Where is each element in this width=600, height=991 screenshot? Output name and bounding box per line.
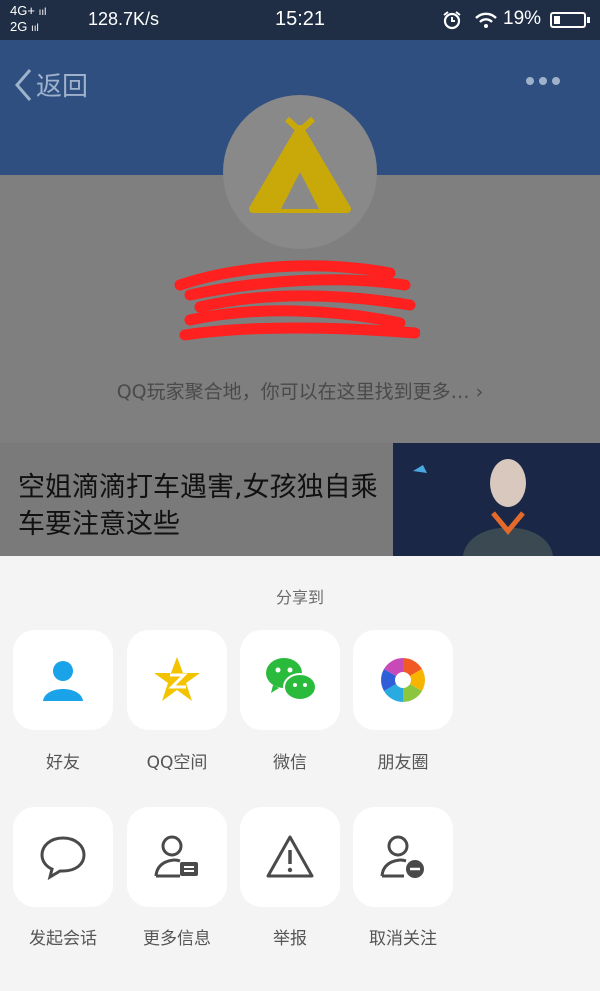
back-label: 返回 xyxy=(36,72,89,102)
report-button[interactable] xyxy=(240,807,340,907)
share-wechat-button[interactable] xyxy=(240,630,340,730)
unfollow-icon xyxy=(380,835,424,878)
unfollow-label: 取消关注 xyxy=(369,929,437,949)
clock: 15:21 xyxy=(275,8,326,30)
start-chat-button[interactable] xyxy=(13,807,113,907)
qzone-icon xyxy=(154,657,200,701)
share-friend-button[interactable] xyxy=(13,630,113,730)
battery-icon xyxy=(550,12,590,28)
news-thumbnail-image xyxy=(393,443,600,556)
profile-section: QQ玩家聚合地，你可以在这里找到更多… › xyxy=(0,95,600,443)
news-title: 空姐滴滴打车遇害,女孩独自乘车要注意这些 xyxy=(18,472,378,540)
unfollow-button[interactable] xyxy=(353,807,453,907)
start-chat-label: 发起会话 xyxy=(29,929,97,949)
warning-icon xyxy=(266,835,314,878)
tent-logo-icon xyxy=(249,117,351,213)
news-thumbnail xyxy=(393,443,600,556)
more-info-button[interactable] xyxy=(127,807,227,907)
alarm-icon xyxy=(443,11,461,30)
chat-bubble-icon xyxy=(40,836,86,881)
more-options-button[interactable] xyxy=(526,70,566,90)
report-label: 举报 xyxy=(273,929,307,949)
more-info-label: 更多信息 xyxy=(143,929,211,949)
share-qzone-button[interactable] xyxy=(127,630,227,730)
share-wechat-label: 微信 xyxy=(273,753,307,773)
share-moments-button[interactable] xyxy=(353,630,453,730)
news-item[interactable]: 空姐滴滴打车遇害,女孩独自乘车要注意这些 xyxy=(0,443,600,556)
account-intro-text: QQ玩家聚合地，你可以在这里找到更多… › xyxy=(116,381,484,403)
network-speed: 128.7K/s xyxy=(88,9,160,29)
profile-card-icon xyxy=(154,835,198,878)
share-moments-label: 朋友圈 xyxy=(377,753,429,773)
friend-icon xyxy=(43,661,83,701)
share-friend-label: 好友 xyxy=(46,753,80,773)
network-indicator: 4G+ ııl 2G ııl xyxy=(10,3,47,35)
back-button[interactable]: 返回 xyxy=(14,66,88,103)
status-bar: 4G+ ııl 2G ııl 128.7K/s 15:21 19% xyxy=(0,0,600,40)
account-intro[interactable]: QQ玩家聚合地，你可以在这里找到更多… › xyxy=(0,377,600,404)
wechat-icon xyxy=(266,658,317,701)
chevron-left-icon xyxy=(15,68,32,101)
share-heading: 分享到 xyxy=(275,588,324,607)
wifi-icon xyxy=(475,12,497,28)
network-4g-label: 4G+ xyxy=(10,3,35,18)
account-avatar xyxy=(223,95,377,249)
redacted-name-scribble xyxy=(174,260,420,341)
share-qzone-label: QQ空间 xyxy=(146,753,208,773)
network-2g-label: 2G xyxy=(10,19,28,34)
share-sheet: 分享到 好友 QQ空间 微信 朋友圈 发起会话 更多信息 举报 取消关注 xyxy=(0,556,600,991)
battery-percent: 19% xyxy=(503,8,542,29)
more-dots-icon xyxy=(526,70,565,89)
moments-icon xyxy=(381,658,425,702)
